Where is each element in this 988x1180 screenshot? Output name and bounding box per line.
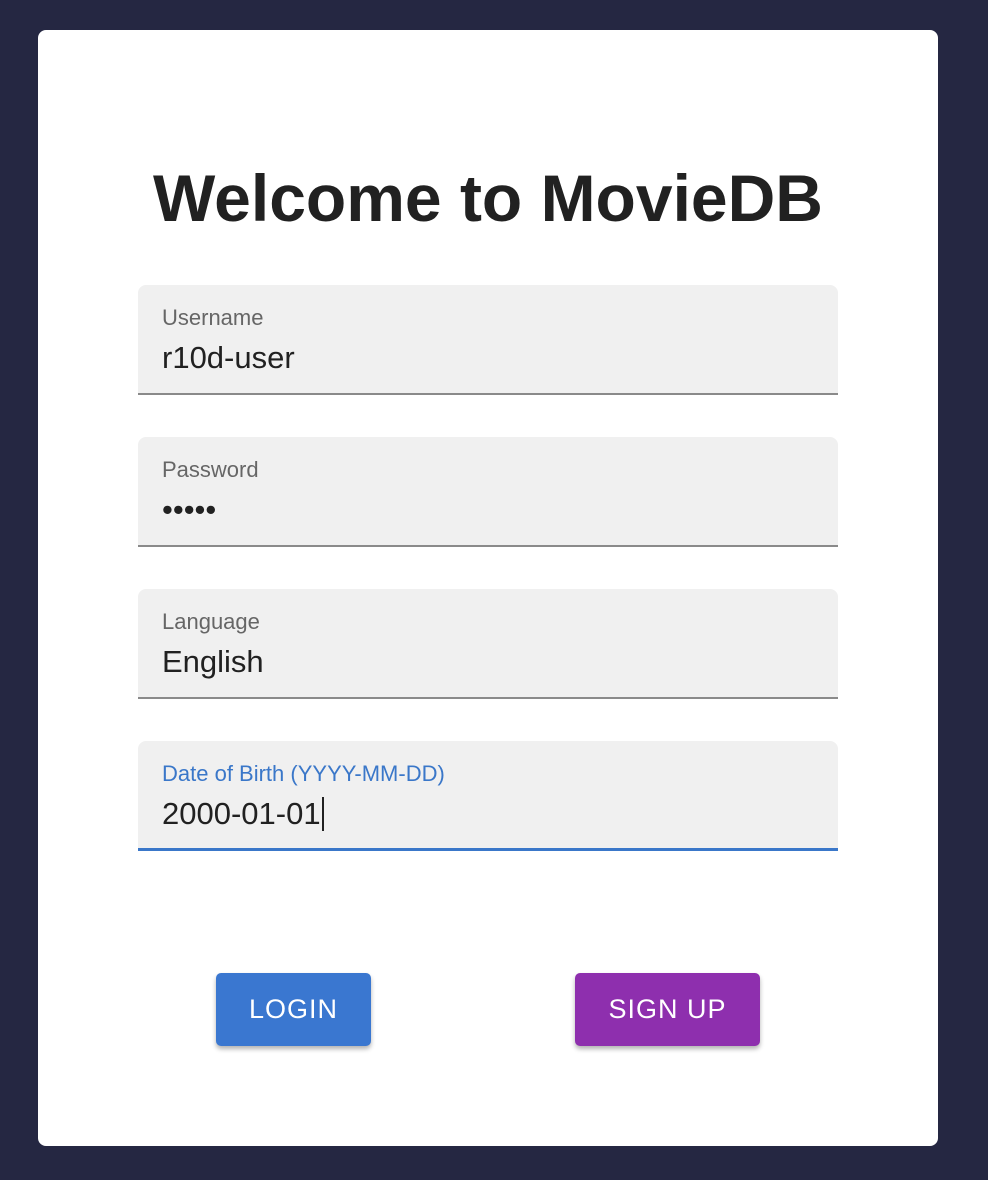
password-field[interactable]: Password ••••• — [138, 437, 838, 547]
login-button[interactable]: LOGIN — [216, 973, 371, 1046]
signup-button[interactable]: SIGN UP — [575, 973, 760, 1046]
language-input[interactable]: English — [162, 643, 264, 681]
username-field[interactable]: Username r10d-user — [138, 285, 838, 395]
username-input[interactable]: r10d-user — [162, 339, 295, 377]
text-caret — [321, 796, 324, 831]
dob-field[interactable]: Date of Birth (YYYY-MM-DD) 2000-01-01 — [138, 741, 838, 851]
dob-input[interactable]: 2000-01-01 — [162, 796, 321, 831]
login-card: Welcome to MovieDB Username r10d-user Pa… — [38, 30, 938, 1146]
language-label: Language — [162, 609, 260, 634]
password-label: Password — [162, 457, 259, 482]
page-title: Welcome to MovieDB — [153, 161, 823, 235]
dob-label: Date of Birth (YYYY-MM-DD) — [162, 761, 445, 786]
password-input[interactable]: ••••• — [162, 491, 216, 529]
dob-input-wrapper[interactable]: 2000-01-01 — [162, 795, 324, 833]
language-field[interactable]: Language English — [138, 589, 838, 699]
username-label: Username — [162, 305, 264, 330]
